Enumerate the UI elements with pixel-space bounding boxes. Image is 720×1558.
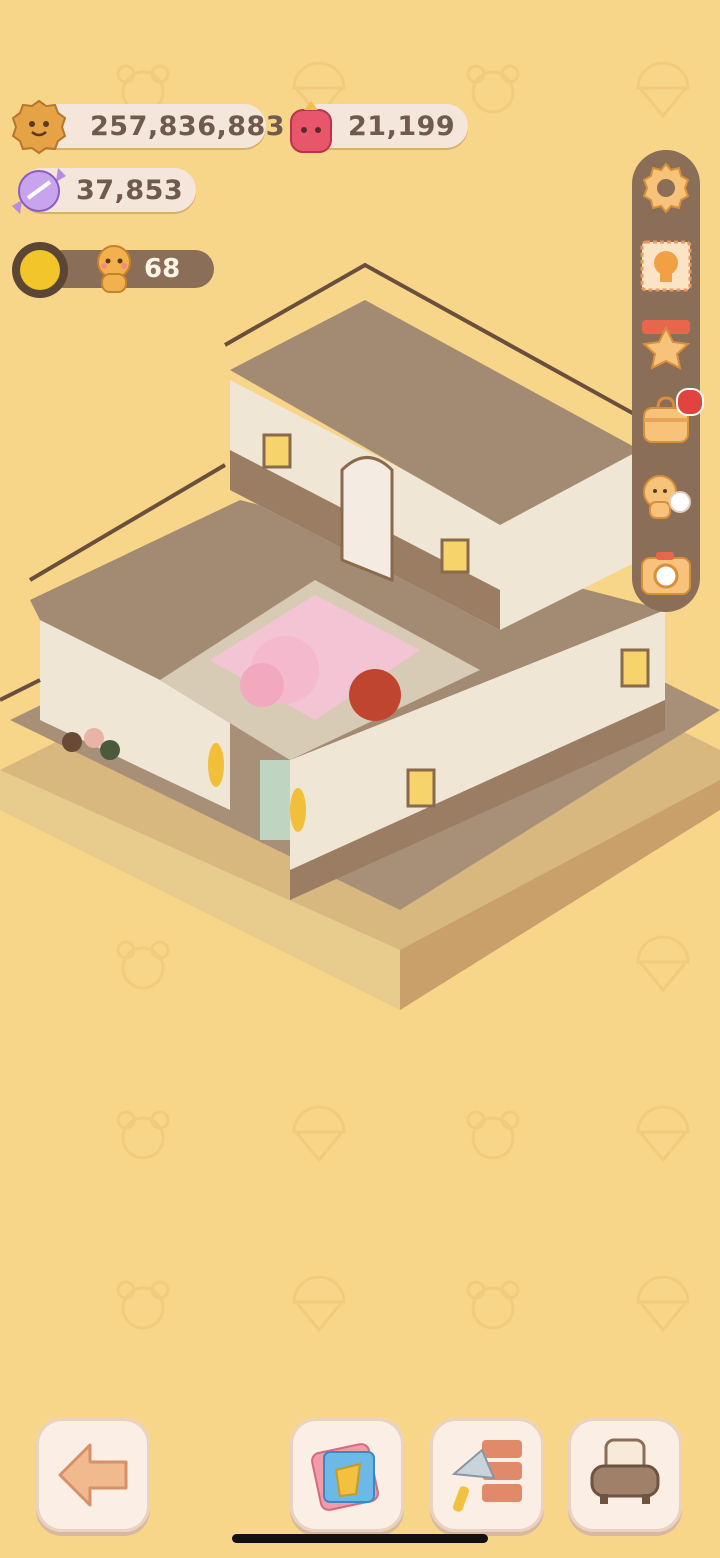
furniture-button[interactable] bbox=[568, 1418, 682, 1532]
sun-icon bbox=[12, 242, 68, 298]
bear-motif-icon bbox=[116, 1280, 170, 1330]
gift-card-icon bbox=[311, 1443, 379, 1511]
parachute-motif-icon bbox=[292, 1275, 346, 1333]
trowel-bricks-icon bbox=[451, 1440, 522, 1512]
cookie-icon bbox=[11, 99, 67, 155]
character[interactable] bbox=[100, 740, 120, 760]
window bbox=[620, 648, 650, 688]
crystal-candy-icon bbox=[12, 168, 66, 214]
stamp-card-icon[interactable] bbox=[636, 236, 696, 296]
window bbox=[262, 433, 292, 469]
dining-table bbox=[349, 669, 401, 721]
build-button[interactable] bbox=[430, 1418, 544, 1532]
window bbox=[440, 538, 470, 574]
bear-motif-icon bbox=[466, 1110, 520, 1160]
star-shop-icon[interactable] bbox=[636, 314, 696, 374]
lantern bbox=[208, 743, 224, 787]
gear-icon[interactable] bbox=[636, 158, 696, 218]
decorate-button[interactable] bbox=[290, 1418, 404, 1532]
window bbox=[406, 768, 436, 808]
sofa-icon bbox=[590, 1438, 660, 1504]
level-indicator[interactable]: 68 bbox=[12, 240, 214, 298]
parachute-motif-icon bbox=[636, 61, 690, 119]
home-indicator bbox=[232, 1534, 488, 1543]
bear-motif-icon bbox=[466, 1280, 520, 1330]
house-scene[interactable] bbox=[0, 250, 720, 1040]
back-button[interactable] bbox=[36, 1418, 150, 1532]
friends-icon[interactable] bbox=[636, 468, 696, 528]
parachute-motif-icon bbox=[636, 1105, 690, 1163]
level-count: 68 bbox=[144, 254, 181, 284]
notification-badge bbox=[676, 388, 704, 416]
arrow-left-icon bbox=[58, 1443, 128, 1507]
parachute-motif-icon bbox=[292, 1105, 346, 1163]
cookie-person-icon bbox=[97, 245, 131, 293]
lantern bbox=[290, 788, 306, 832]
bear-motif-icon bbox=[466, 64, 520, 114]
character[interactable] bbox=[62, 732, 82, 752]
character[interactable] bbox=[84, 728, 104, 748]
jelly-icon bbox=[290, 101, 332, 153]
bear-motif-icon bbox=[116, 1110, 170, 1160]
parachute-motif-icon bbox=[636, 1275, 690, 1333]
camera-icon[interactable] bbox=[636, 542, 696, 602]
upper-doorway[interactable] bbox=[340, 456, 394, 583]
